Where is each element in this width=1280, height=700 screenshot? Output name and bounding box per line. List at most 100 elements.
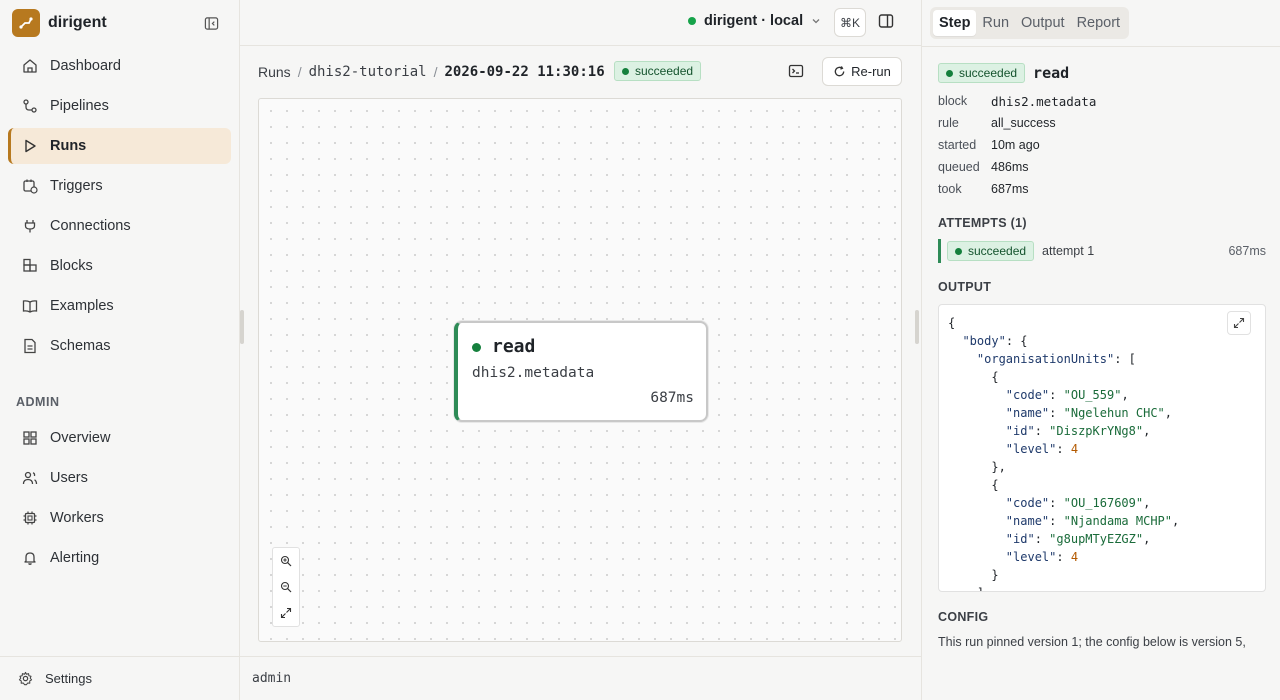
step-field-queued: queued 486ms: [938, 160, 1029, 174]
settings-button[interactable]: Settings: [0, 656, 240, 700]
nav-item-alerting[interactable]: Alerting: [8, 540, 231, 576]
terminal-icon[interactable]: [788, 63, 804, 79]
attempt-status-badge: succeeded: [947, 241, 1035, 261]
nav-label: Overview: [50, 430, 111, 446]
environment-name: dirigent · local: [704, 13, 804, 29]
admin-section-label: ADMIN: [16, 395, 60, 409]
config-heading: CONFIG: [938, 610, 989, 624]
nav-item-dashboard[interactable]: Dashboard: [8, 48, 231, 84]
expand-output-button[interactable]: [1227, 311, 1251, 335]
nav-item-schemas[interactable]: Schemas: [8, 328, 231, 364]
nav-label: Blocks: [50, 258, 93, 274]
step-field-rule: rule all_success: [938, 116, 1056, 130]
status-dot: [946, 69, 953, 77]
main-nav: Dashboard Pipelines Runs Triggers Connec…: [8, 48, 231, 368]
nav-label: Dashboard: [50, 58, 121, 74]
field-key: queued: [938, 160, 980, 174]
json-name: Njandama MCHP: [1070, 514, 1165, 528]
sidebar: dirigent Dashboard Pipelines Runs Trigge…: [0, 0, 240, 700]
gear-icon: [18, 671, 33, 686]
nav-item-users[interactable]: Users: [8, 460, 231, 496]
admin-nav: Overview Users Workers Alerting: [8, 420, 231, 580]
nav-item-runs[interactable]: Runs: [8, 128, 231, 164]
tab-run[interactable]: Run: [976, 10, 1015, 36]
brand[interactable]: dirigent: [12, 9, 107, 37]
users-icon: [22, 471, 38, 485]
sidebar-resize-handle[interactable]: [240, 310, 244, 344]
calendar-clock-icon: [23, 179, 38, 194]
tab-report[interactable]: Report: [1071, 10, 1127, 36]
rerun-button[interactable]: Re-run: [822, 57, 902, 86]
breadcrumb-run-timestamp: 2026-09-22 11:30:16: [444, 64, 605, 80]
fit-view-icon: [280, 607, 292, 619]
plug-icon: [24, 220, 36, 233]
status-bar: admin: [240, 656, 921, 700]
panel-tabs: Step Run Output Report: [930, 7, 1130, 39]
nav-item-blocks[interactable]: Blocks: [8, 248, 231, 284]
breadcrumb-runs[interactable]: Runs: [258, 64, 291, 80]
tab-output[interactable]: Output: [1015, 10, 1071, 36]
toggle-panel-icon[interactable]: [878, 13, 896, 31]
step-field-block: block dhis2.metadata: [938, 94, 1096, 109]
json-code: OU_559: [1070, 388, 1115, 402]
nav-label: Examples: [50, 298, 114, 314]
graph-node-read[interactable]: read dhis2.metadata 687ms: [454, 321, 708, 422]
zoom-in-button[interactable]: [273, 548, 299, 574]
file-icon: [24, 338, 36, 354]
attempt-status-label: succeeded: [968, 244, 1027, 258]
top-bar: dirigent · local ⌘K: [240, 0, 921, 46]
step-field-took: took 687ms: [938, 182, 1029, 196]
step-detail-panel: Step Run Output Report succeeded read bl…: [921, 0, 1280, 700]
node-status-dot: [472, 343, 481, 352]
refresh-icon: [834, 66, 845, 77]
step-field-started: started 10m ago: [938, 138, 1040, 152]
zoom-out-button[interactable]: [273, 574, 299, 600]
nav-item-workers[interactable]: Workers: [8, 500, 231, 536]
fit-view-button[interactable]: [273, 600, 299, 626]
cpu-icon: [23, 511, 37, 525]
play-icon: [25, 139, 36, 153]
attempt-duration: 687ms: [1228, 244, 1266, 258]
zoom-in-icon: [280, 555, 292, 567]
chevron-down-icon: [812, 19, 820, 24]
nav-item-connections[interactable]: Connections: [8, 208, 231, 244]
home-icon: [23, 59, 37, 73]
field-value: dhis2.metadata: [991, 94, 1097, 109]
node-title: read: [492, 336, 536, 357]
breadcrumb-pipeline[interactable]: dhis2-tutorial: [309, 64, 427, 80]
nav-label: Schemas: [50, 338, 111, 354]
output-json: { "body": { "organisationUnits": [ { "co…: [948, 316, 1180, 591]
nav-label: Triggers: [50, 178, 103, 194]
nav-item-overview[interactable]: Overview: [8, 420, 231, 456]
panel-resize-handle[interactable]: [915, 310, 919, 344]
environment-switcher[interactable]: dirigent · local: [688, 13, 821, 29]
field-value: 10m ago: [991, 138, 1040, 152]
attempt-row[interactable]: succeeded attempt 1 687ms: [938, 239, 1266, 263]
output-heading: OUTPUT: [938, 280, 992, 294]
node-block: dhis2.metadata: [472, 365, 595, 381]
field-key: took: [938, 182, 962, 196]
zoom-out-icon: [280, 581, 292, 593]
tab-step[interactable]: Step: [933, 10, 977, 36]
node-duration: 687ms: [650, 390, 694, 406]
json-code: OU_167609: [1070, 496, 1136, 510]
blocks-icon: [23, 258, 37, 272]
field-value: 486ms: [991, 160, 1029, 174]
nav-item-examples[interactable]: Examples: [8, 288, 231, 324]
nav-item-triggers[interactable]: Triggers: [8, 168, 231, 204]
step-status-label: succeeded: [959, 66, 1018, 80]
breadcrumb-separator: /: [297, 64, 302, 80]
collapse-sidebar-icon[interactable]: [202, 14, 220, 32]
command-palette-button[interactable]: ⌘K: [834, 8, 866, 37]
breadcrumb-separator: /: [433, 64, 438, 80]
pipeline-graph-canvas[interactable]: read dhis2.metadata 687ms: [258, 98, 902, 642]
settings-label: Settings: [45, 671, 92, 686]
status-dot: [622, 67, 629, 75]
step-name: read: [1033, 64, 1070, 82]
nav-label: Connections: [50, 218, 131, 234]
output-json-viewer[interactable]: { "body": { "organisationUnits": [ { "co…: [938, 304, 1266, 592]
json-id: g8upMTyEZGZ: [1056, 532, 1136, 546]
nav-label: Users: [50, 470, 88, 486]
nav-item-pipelines[interactable]: Pipelines: [8, 88, 231, 124]
field-value: all_success: [991, 116, 1056, 130]
